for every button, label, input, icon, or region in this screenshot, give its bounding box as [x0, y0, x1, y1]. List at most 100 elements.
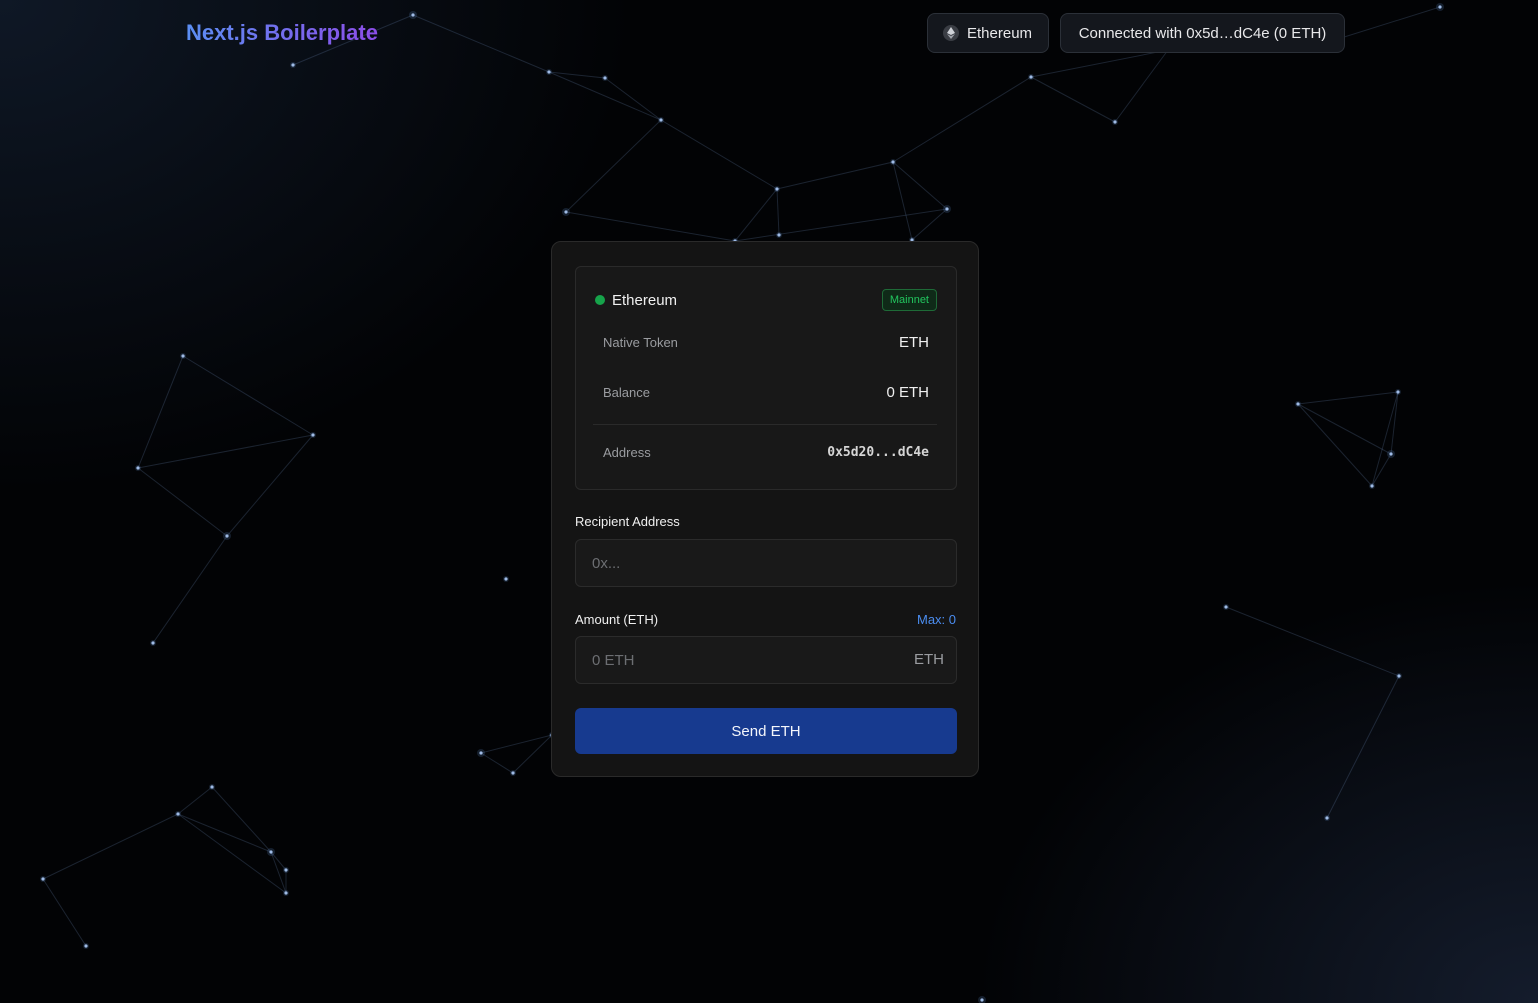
- balance-value: 0 ETH: [886, 384, 929, 401]
- constellation-line: [1297, 403, 1392, 455]
- constellation-star: [151, 641, 155, 645]
- constellation-line: [1297, 391, 1399, 405]
- constellation-line: [1326, 675, 1400, 819]
- constellation-line: [137, 355, 184, 469]
- constellation-star: [311, 433, 315, 437]
- send-eth-button[interactable]: Send ETH: [575, 708, 957, 754]
- constellation-star: [1296, 402, 1300, 406]
- constellation-line: [42, 878, 87, 947]
- ethereum-icon: [943, 25, 959, 41]
- constellation-star: [84, 944, 88, 948]
- constellation-star: [136, 466, 140, 470]
- send-card: Ethereum Mainnet Native Token ETH Balanc…: [551, 241, 979, 777]
- constellation-star: [891, 160, 895, 164]
- recipient-label: Recipient Address: [575, 514, 680, 529]
- constellation-line: [565, 211, 736, 242]
- chain-selector-label: Ethereum: [967, 24, 1033, 42]
- address-label: Address: [603, 445, 651, 460]
- constellation-line: [565, 119, 662, 213]
- amount-label: Amount (ETH): [575, 612, 659, 627]
- constellation-line: [1340, 6, 1441, 39]
- constellation-star: [564, 210, 568, 214]
- constellation-star: [1396, 390, 1400, 394]
- max-amount-link[interactable]: Max: 0: [917, 612, 956, 627]
- constellation-line: [270, 851, 287, 894]
- constellation-line: [412, 14, 550, 73]
- amount-input[interactable]: [575, 636, 957, 684]
- constellation-star: [504, 577, 508, 581]
- constellation-star: [176, 812, 180, 816]
- constellation-star: [479, 751, 483, 755]
- constellation-star: [225, 534, 229, 538]
- constellation-line: [604, 77, 662, 121]
- constellation-line: [548, 71, 606, 79]
- brand-title[interactable]: Next.js Boilerplate: [186, 20, 378, 46]
- constellation-line: [1371, 453, 1392, 487]
- constellation-line: [512, 734, 553, 774]
- constellation-line: [480, 752, 514, 774]
- constellation-star: [269, 850, 273, 854]
- constellation-star: [1389, 452, 1393, 456]
- balance-row: Balance 0 ETH: [603, 384, 929, 401]
- constellation-line: [892, 161, 913, 241]
- constellation-line: [776, 161, 894, 190]
- constellation-line: [137, 467, 228, 537]
- constellation-line: [776, 188, 780, 236]
- constellation-star: [1325, 816, 1329, 820]
- constellation-star: [1224, 605, 1228, 609]
- constellation-line: [1225, 606, 1400, 677]
- constellation-line: [177, 813, 272, 853]
- constellation-star: [511, 771, 515, 775]
- amount-unit-suffix: ETH: [914, 651, 944, 668]
- constellation-star: [411, 13, 415, 17]
- constellation-line: [734, 208, 948, 242]
- native-token-value: ETH: [899, 334, 929, 351]
- constellation-star: [284, 868, 288, 872]
- native-token-label: Native Token: [603, 335, 678, 350]
- chain-selector-button[interactable]: Ethereum: [927, 13, 1049, 53]
- constellation-star: [1029, 75, 1033, 79]
- constellation-line: [42, 813, 179, 880]
- constellation-star: [775, 187, 779, 191]
- network-header: Ethereum Mainnet: [595, 289, 937, 311]
- account-button[interactable]: Connected with 0x5d…dC4e (0 ETH): [1060, 13, 1345, 53]
- constellation-star: [1438, 5, 1442, 9]
- address-row: Address 0x5d20...dC4e: [603, 445, 929, 460]
- constellation-star: [777, 233, 781, 237]
- constellation-line: [182, 355, 314, 436]
- network-status-dot: [595, 295, 605, 305]
- recipient-address-input[interactable]: [575, 539, 957, 587]
- constellation-star: [1113, 120, 1117, 124]
- constellation-line: [1030, 76, 1116, 123]
- constellation-line: [226, 434, 314, 537]
- constellation-star: [603, 76, 607, 80]
- constellation-line: [152, 535, 228, 644]
- constellation-star: [181, 354, 185, 358]
- constellation-star: [1397, 674, 1401, 678]
- constellation-line: [137, 434, 314, 469]
- constellation-line: [177, 786, 213, 815]
- constellation-star: [659, 118, 663, 122]
- constellation-line: [1114, 49, 1169, 123]
- native-token-row: Native Token ETH: [603, 334, 929, 351]
- constellation-line: [660, 119, 778, 190]
- info-divider: [593, 424, 937, 425]
- constellation-star: [980, 998, 984, 1002]
- constellation-line: [734, 188, 778, 242]
- constellation-star: [1370, 484, 1374, 488]
- address-value[interactable]: 0x5d20...dC4e: [827, 445, 929, 460]
- constellation-line: [892, 76, 1032, 163]
- constellation-line: [1371, 391, 1399, 487]
- constellation-line: [892, 161, 948, 210]
- constellation-star: [291, 63, 295, 67]
- constellation-line: [211, 786, 272, 853]
- balance-label: Balance: [603, 385, 650, 400]
- constellation-star: [41, 877, 45, 881]
- constellation-line: [480, 734, 553, 754]
- constellation-line: [1390, 391, 1399, 455]
- constellation-line: [1030, 49, 1169, 78]
- network-badge: Mainnet: [881, 289, 937, 311]
- constellation-star: [547, 70, 551, 74]
- network-name: Ethereum: [612, 291, 678, 309]
- constellation-star: [210, 785, 214, 789]
